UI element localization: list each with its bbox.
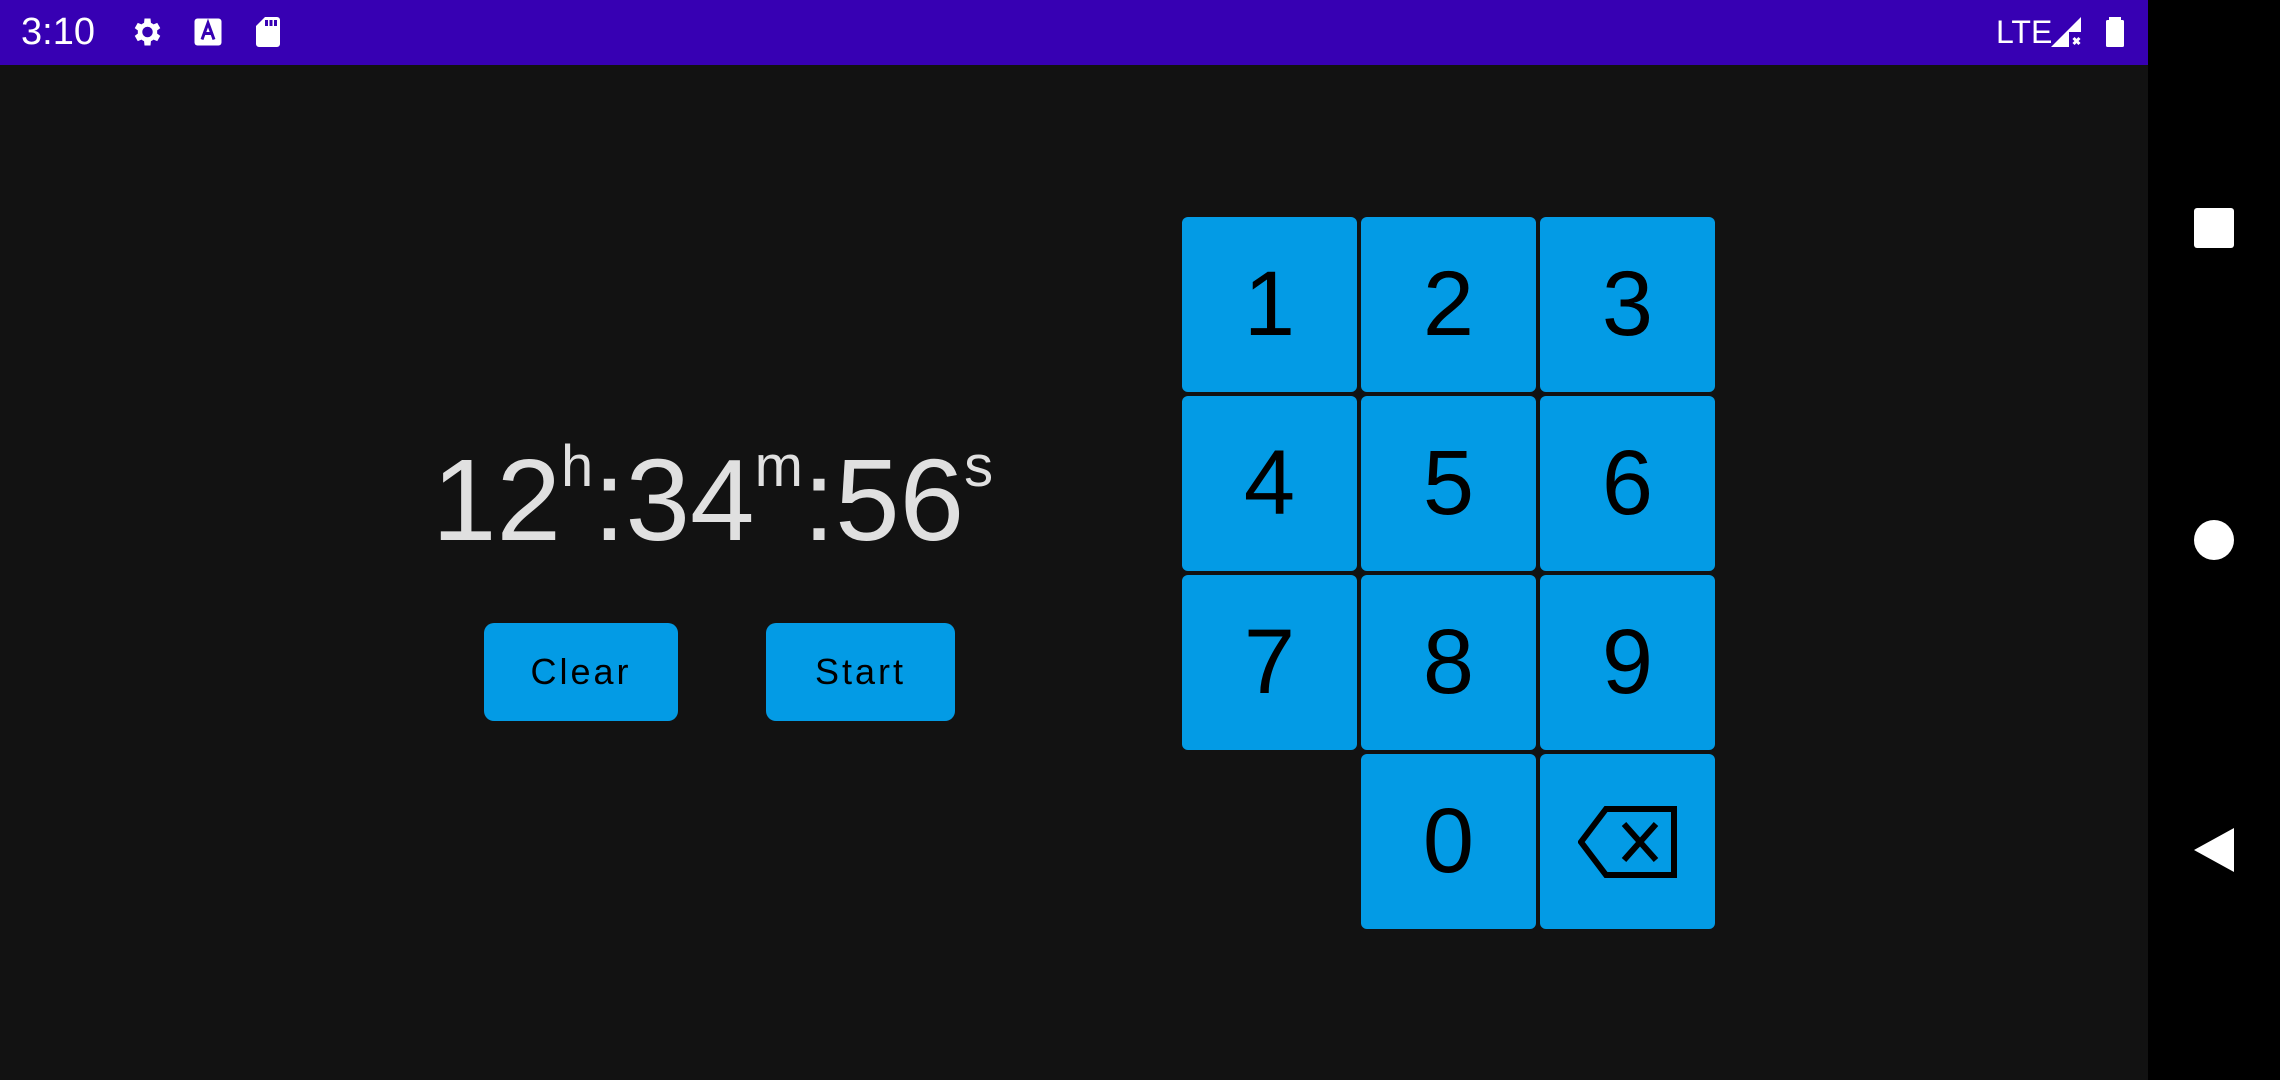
timer-seconds-unit: s [964, 434, 994, 499]
timer-display: 12h:34m:56s [432, 430, 1032, 570]
key-7[interactable]: 7 [1182, 575, 1357, 750]
key-9[interactable]: 9 [1540, 575, 1715, 750]
key-4[interactable]: 4 [1182, 396, 1357, 571]
timer-minutes: 34 [625, 435, 755, 565]
timer-seconds: 56 [835, 435, 965, 565]
timer-hours: 12 [432, 435, 562, 565]
key-3[interactable]: 3 [1540, 217, 1715, 392]
key-6[interactable]: 6 [1540, 396, 1715, 571]
key-0[interactable]: 0 [1361, 754, 1536, 929]
recents-icon [2193, 207, 2235, 249]
signal-icon [2048, 14, 2084, 50]
key-8[interactable]: 8 [1361, 575, 1536, 750]
key-2[interactable]: 2 [1361, 217, 1536, 392]
start-button[interactable]: Start [766, 623, 955, 721]
recents-button[interactable] [2174, 188, 2254, 268]
settings-icon [128, 14, 164, 50]
font-a-icon [190, 14, 226, 50]
key-1[interactable]: 1 [1182, 217, 1357, 392]
status-bar: 3:10 LTE [0, 0, 2148, 65]
battery-icon [2097, 14, 2133, 50]
timer-minutes-unit: m [754, 434, 803, 499]
app-screen: 3:10 LTE 12h:34m:56s Clear Start 1 2 3 4… [0, 0, 2148, 1080]
home-button[interactable] [2174, 500, 2254, 580]
clear-button[interactable]: Clear [484, 623, 678, 721]
network-type: LTE [1996, 14, 2053, 50]
back-icon [2192, 826, 2236, 874]
timer-separator: : [593, 435, 626, 565]
navigation-bar [2148, 0, 2280, 1080]
timer-separator: : [802, 435, 836, 565]
backspace-key[interactable] [1540, 754, 1715, 929]
key-5[interactable]: 5 [1361, 396, 1536, 571]
home-icon [2193, 519, 2235, 561]
back-button[interactable] [2174, 810, 2254, 890]
timer-hours-unit: h [561, 434, 594, 499]
status-time: 3:10 [21, 11, 95, 53]
backspace-icon [1577, 805, 1678, 878]
sd-card-icon [250, 14, 286, 50]
